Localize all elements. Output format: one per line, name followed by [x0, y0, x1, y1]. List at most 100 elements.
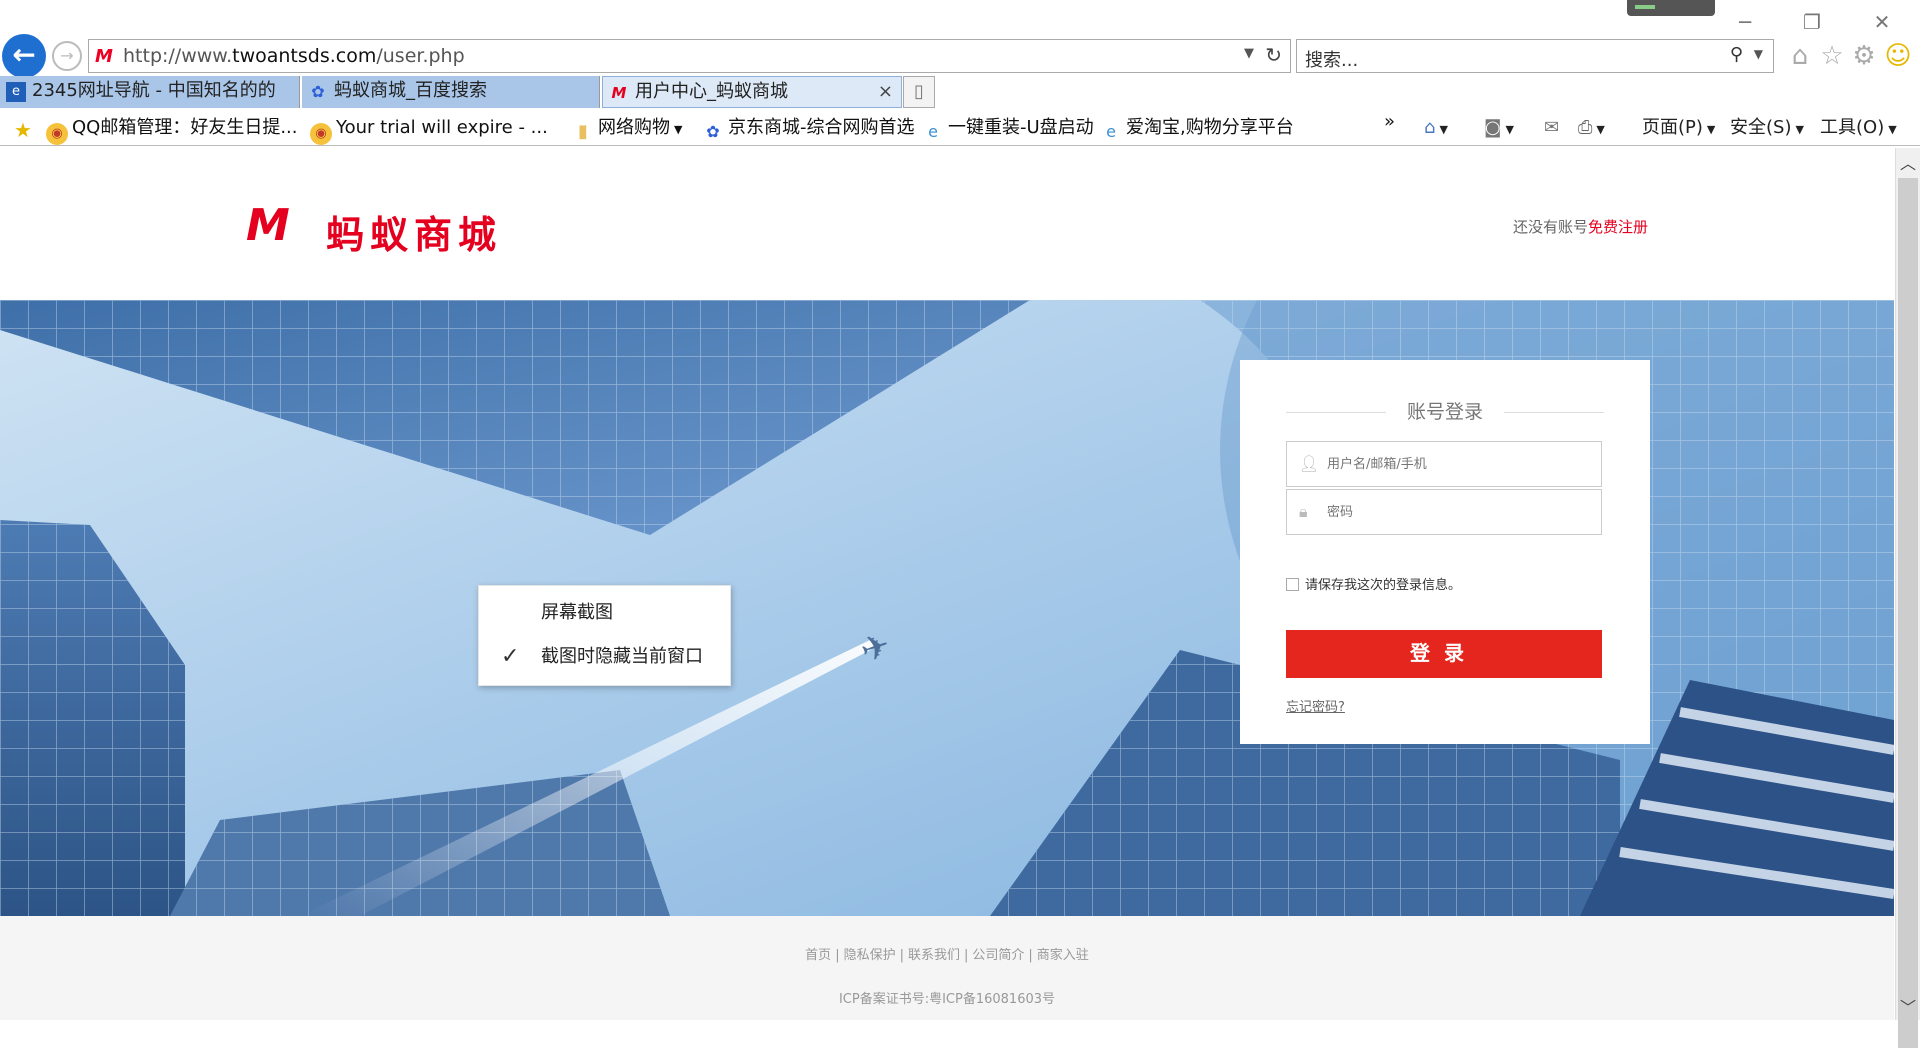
favorite-label: QQ邮箱管理：好友生日提... [72, 117, 298, 138]
chevron-down-icon: ▼ [1505, 123, 1514, 136]
scroll-down-icon[interactable]: ﹀ [1896, 994, 1920, 1018]
gear-icon[interactable]: ⚙ [1850, 42, 1878, 70]
page-scrollbar[interactable]: ︿ ﹀ [1895, 148, 1920, 1048]
tab-label: 2345网址导航 - 中国知名的的 [32, 80, 276, 101]
menu-item-screenshot[interactable]: 屏幕截图 [479, 592, 732, 634]
search-icon[interactable]: ⚲ [1730, 44, 1743, 65]
taskbar-thumbnail [1627, 0, 1715, 16]
baidu-paw-icon: ✿ [706, 122, 720, 141]
scroll-thumb[interactable] [1898, 178, 1918, 1048]
url-path: /user.php [376, 45, 465, 67]
url-prefix: http://www. [123, 45, 233, 67]
baidu-paw-icon: ✿ [311, 82, 325, 101]
footer-link-privacy[interactable]: 隐私保护 [844, 948, 896, 963]
favorite-label: 一键重装-U盘启动 [948, 117, 1094, 138]
tab-label: 蚂蚁商城_百度搜索 [334, 80, 487, 101]
minimize-button[interactable]: ─ [1725, 8, 1765, 36]
site-logo-text[interactable]: 蚂蚁商城 [326, 204, 502, 259]
username-field[interactable]: 👤︎ [1286, 441, 1602, 487]
separator: | [964, 948, 969, 963]
feeds-command[interactable]: ◙ ▼ [1484, 114, 1514, 142]
chevron-down-icon: ▼ [1795, 123, 1804, 136]
separator: | [835, 948, 840, 963]
username-input[interactable] [1327, 452, 1587, 476]
new-tab-icon: ▯ [914, 81, 924, 102]
favorites-overflow-button[interactable]: » [1384, 108, 1395, 136]
footer-link-about[interactable]: 公司简介 [972, 948, 1024, 963]
tools-menu[interactable]: 工具(O) ▼ [1820, 114, 1897, 142]
close-tab-icon[interactable]: × [878, 77, 893, 107]
chrome-like-icon: ◉ [46, 123, 68, 145]
forward-button[interactable]: → [52, 41, 82, 71]
remember-checkbox[interactable] [1286, 578, 1299, 591]
checkmark-icon: ✓ [501, 644, 520, 669]
ant-logo-icon[interactable]: M [246, 202, 310, 250]
forgot-password-link[interactable]: 忘记密码? [1286, 696, 1345, 715]
print-command[interactable]: ⎙ ▼ [1578, 114, 1605, 142]
menu-item-hide-window[interactable]: ✓ 截图时隐藏当前窗口 [479, 636, 732, 678]
home-icon: ⌂ [1424, 117, 1436, 138]
footer-links: 首页 | 隐私保护 | 联系我们 | 公司简介 | 商家入驻 [0, 944, 1894, 963]
password-field[interactable]: 🔒︎ [1286, 489, 1602, 535]
rss-icon: ◙ [1484, 117, 1502, 138]
refresh-icon[interactable]: ↻ [1265, 43, 1282, 67]
browser-chrome: ─ ❐ ✕ ← → M http://www.twoantsds.com/use… [0, 0, 1920, 148]
remember-label: 请保存我这次的登录信息。 [1305, 578, 1462, 593]
login-header: 账号登录 [1286, 402, 1604, 422]
home-command[interactable]: ⌂ ▼ [1424, 114, 1448, 142]
footer-link-home[interactable]: 首页 [805, 948, 831, 963]
favorite-trial-expire[interactable]: ◉ Your trial will expire - ... [310, 114, 548, 145]
footer-link-merchant[interactable]: 商家入驻 [1037, 948, 1089, 963]
restore-button[interactable]: ❐ [1792, 8, 1832, 36]
address-bar[interactable]: M http://www.twoantsds.com/user.php ▼ ↻ [88, 39, 1291, 73]
chevron-down-icon: ▼ [1888, 123, 1897, 136]
address-dropdown-icon[interactable]: ▼ [1244, 46, 1254, 61]
url-domain: twoantsds.com [232, 45, 377, 67]
chevron-down-icon: ▼ [674, 123, 683, 136]
folder-icon: ▮ [578, 121, 588, 142]
tab-2345[interactable]: e 2345网址导航 - 中国知名的的 [0, 76, 300, 108]
remember-me[interactable]: 请保存我这次的登录信息。 [1286, 578, 1461, 594]
favorite-jd[interactable]: ✿ 京东商城-综合网购首选 [702, 114, 914, 142]
scroll-up-icon[interactable]: ︿ [1896, 150, 1920, 174]
register-prompt: 还没有账号免费注册 [1513, 216, 1648, 237]
tools-menu-label: 工具(O) [1820, 117, 1885, 138]
tab-baidu-search[interactable]: ✿ 蚂蚁商城_百度搜索 [302, 76, 600, 108]
smiley-feedback-icon[interactable]: ☺ [1884, 42, 1912, 70]
search-dropdown-icon[interactable]: ▼ [1754, 47, 1763, 61]
safety-menu[interactable]: 安全(S) ▼ [1730, 114, 1804, 142]
new-tab-button[interactable]: ▯ [903, 76, 935, 108]
site-favicon-icon: M [95, 46, 113, 67]
favorite-aitaobao[interactable]: e 爱淘宝,购物分享平台 [1100, 114, 1294, 142]
back-button[interactable]: ← [2, 34, 46, 78]
favorites-star-icon[interactable]: ☆ [1818, 42, 1846, 70]
favorite-label: Your trial will expire - ... [336, 117, 548, 138]
mail-command[interactable]: ✉ [1544, 114, 1559, 142]
web-page: M 蚂蚁商城 还没有账号免费注册 ✈ 账号登录 👤︎ 用户名/邮箱/手机 🔒︎ … [0, 148, 1894, 1020]
browser-search-box[interactable]: 搜索... ⚲ ▼ [1296, 39, 1774, 73]
footer-link-contact[interactable]: 联系我们 [908, 948, 960, 963]
favorites-add-button[interactable]: ★ [12, 114, 38, 142]
password-input[interactable] [1327, 500, 1587, 524]
ie-icon: e [928, 122, 938, 141]
printer-icon: ⎙ [1578, 117, 1593, 138]
arrow-left-icon: ← [12, 38, 36, 71]
login-button[interactable]: 登录 [1286, 630, 1602, 678]
favorite-usb-reinstall[interactable]: e 一键重装-U盘启动 [922, 114, 1094, 142]
lock-icon: 🔒︎ [1299, 502, 1308, 521]
favorite-folder-shopping[interactable]: ▮ 网络购物 ▼ [572, 114, 682, 142]
chevron-down-icon: ▼ [1439, 123, 1448, 136]
icp-license: ICP备案证书号:粤ICP备16081603号 [838, 992, 1056, 1007]
page-menu[interactable]: 页面(P) ▼ [1642, 114, 1715, 142]
tab-user-center[interactable]: M 用户中心_蚂蚁商城 × [602, 76, 902, 108]
tab-label: 用户中心_蚂蚁商城 [635, 81, 788, 102]
address-url[interactable]: http://www.twoantsds.com/user.php [123, 45, 465, 67]
double-chevron-icon: » [1384, 111, 1396, 132]
close-window-button[interactable]: ✕ [1862, 8, 1902, 36]
menu-item-label: 截图时隐藏当前窗口 [541, 646, 703, 667]
site-favicon-icon: M [611, 84, 627, 102]
register-link[interactable]: 免费注册 [1588, 218, 1648, 236]
site-footer: 首页 | 隐私保护 | 联系我们 | 公司简介 | 商家入驻 ICP备案证书号:粤ICP备160… [0, 916, 1894, 1020]
home-icon[interactable]: ⌂ [1786, 42, 1814, 70]
favorite-qq-mail[interactable]: ◉ QQ邮箱管理：好友生日提... [46, 114, 298, 145]
